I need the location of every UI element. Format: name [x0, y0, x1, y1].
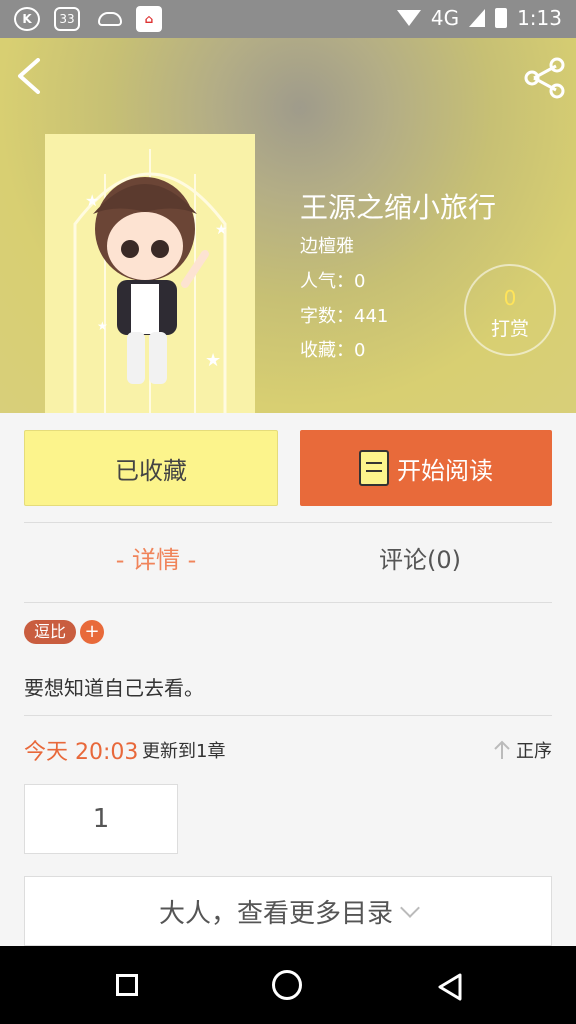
tip-label: 打赏	[490, 318, 529, 340]
update-time: 今天 20:03	[24, 740, 139, 765]
share-icon[interactable]	[520, 56, 568, 100]
favorite-button[interactable]: 已收藏	[24, 430, 278, 506]
cover-illustration: ★ ★ ★ ★	[45, 134, 255, 413]
recent-apps-icon[interactable]	[116, 974, 138, 996]
signal-icon	[469, 9, 486, 27]
status-bar: K 33 ⌂ 4G 1:13	[0, 0, 576, 38]
svg-text:★: ★	[97, 319, 108, 333]
chapter-item[interactable]: 1	[24, 784, 178, 854]
tip-button[interactable]: 0 打赏	[464, 264, 556, 356]
tag-chip[interactable]: 逗比	[24, 620, 77, 644]
svg-text:★: ★	[85, 191, 99, 210]
svg-text:★: ★	[205, 350, 221, 371]
system-nav-bar	[0, 946, 576, 1024]
notification-count-icon: 33	[54, 7, 80, 31]
arrow-up-icon	[494, 740, 510, 759]
k-app-icon: K	[14, 7, 40, 31]
book-popularity: 人气：0	[300, 271, 366, 292]
start-reading-label: 开始阅读	[397, 456, 493, 485]
more-chapters-label: 大人，查看更多目录	[158, 898, 393, 929]
tip-count: 0	[503, 286, 517, 310]
divider	[24, 522, 552, 523]
home-icon[interactable]	[272, 970, 302, 1000]
clock: 1:13	[517, 6, 562, 30]
divider	[24, 715, 552, 716]
app-notification-icon: ⌂	[136, 6, 162, 32]
divider	[24, 602, 552, 603]
update-note: 更新到1章	[142, 741, 226, 762]
chevron-down-icon	[400, 898, 420, 918]
wifi-icon	[396, 10, 421, 26]
nav-back-icon[interactable]	[436, 972, 464, 1002]
network-type: 4G	[430, 6, 460, 30]
book-favorites: 收藏：0	[300, 340, 366, 361]
back-icon[interactable]	[16, 58, 42, 94]
sort-order-label: 正序	[516, 741, 552, 762]
book-title: 王源之缩小旅行	[300, 191, 497, 224]
tab-detail[interactable]: - 详情 -	[24, 540, 288, 575]
battery-icon	[495, 8, 508, 28]
book-header: ★ ★ ★ ★ 王源之缩小旅行 边檀雅 人气：0 字数：441 收藏：0 0 打…	[0, 38, 576, 413]
book-word-count: 字数：441	[300, 306, 389, 327]
book-author[interactable]: 边檀雅	[300, 232, 354, 258]
weather-cloud-icon	[94, 8, 122, 30]
sort-order-toggle[interactable]: 正序	[494, 737, 552, 763]
book-icon	[359, 450, 389, 486]
tab-comments[interactable]: 评论(0)	[288, 540, 552, 575]
svg-text:★: ★	[215, 222, 228, 238]
add-tag-button[interactable]: +	[80, 620, 104, 644]
book-cover[interactable]: ★ ★ ★ ★	[45, 134, 255, 413]
favorite-label: 已收藏	[115, 456, 187, 485]
start-reading-button[interactable]: 开始阅读	[300, 430, 552, 506]
book-description: 要想知道自己去看。	[24, 676, 204, 700]
more-chapters-button[interactable]: 大人，查看更多目录	[24, 876, 552, 946]
